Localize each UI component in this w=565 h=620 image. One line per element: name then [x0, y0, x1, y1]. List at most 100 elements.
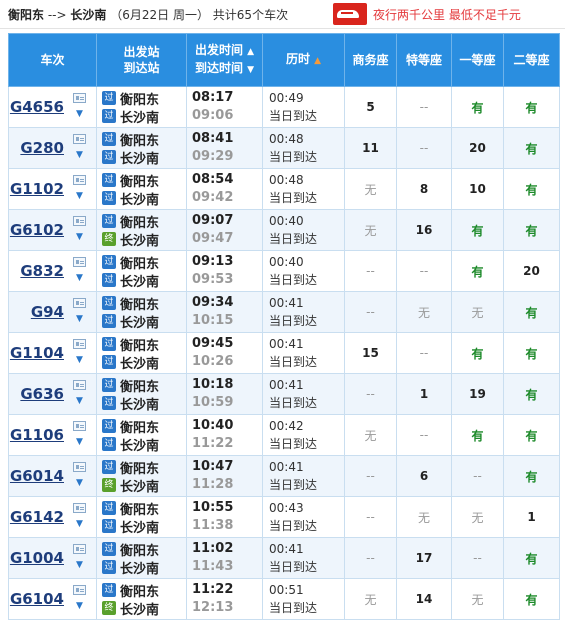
times-cell: 10:40 11:22 — [186, 414, 263, 456]
chevron-down-icon[interactable]: ▼ — [73, 273, 86, 283]
to-badge-icon: 终 — [102, 478, 116, 492]
passenger-card-icon[interactable] — [73, 216, 86, 226]
passenger-card-icon[interactable] — [73, 462, 86, 472]
passenger-card-icon[interactable] — [73, 134, 86, 144]
special-seat: 6 — [396, 455, 452, 497]
arrival-station: 长沙南 — [120, 192, 160, 208]
chevron-down-icon[interactable]: ▼ — [73, 109, 86, 119]
arrival-time: 11:28 — [192, 477, 234, 492]
arrival-day: 当日到达 — [269, 478, 318, 492]
duration: 00:41 — [269, 296, 304, 310]
business-seat: -- — [344, 455, 397, 497]
business-seat: -- — [344, 496, 397, 538]
col-header-train[interactable]: 车次 — [8, 33, 97, 87]
train-number-link[interactable]: G280 — [20, 139, 64, 157]
train-number-link[interactable]: G94 — [31, 303, 64, 321]
duration-cell: 00:41 当日到达 — [262, 455, 345, 497]
chevron-down-icon[interactable]: ▼ — [73, 355, 86, 365]
duration: 00:51 — [269, 583, 304, 597]
train-cell: G1104 ▼ — [8, 332, 97, 374]
duration-cell: 00:41 当日到达 — [262, 537, 345, 579]
chevron-down-icon[interactable]: ▼ — [73, 396, 86, 406]
business-seat: 5 — [344, 86, 397, 128]
departure-station: 衡阳东 — [120, 502, 160, 518]
table-body: G4656 ▼ 过衡阳东 过长沙南 08:17 09:06 00:49 当日到达… — [8, 86, 560, 620]
from-badge-icon: 过 — [102, 378, 116, 392]
passenger-card-icon[interactable] — [73, 585, 86, 595]
arrival-station: 长沙南 — [120, 602, 160, 618]
search-summary-bar: 衡阳东 --> 长沙南 （6月22日 周一） 共计65个车次 夜行两千公里 最低… — [0, 0, 565, 29]
second-class-seat: 有 — [503, 414, 560, 456]
chevron-down-icon[interactable]: ▼ — [73, 232, 86, 242]
train-number-link[interactable]: G6014 — [10, 467, 64, 485]
train-number-link[interactable]: G832 — [20, 262, 64, 280]
arrival-station: 长沙南 — [120, 520, 160, 536]
train-number-link[interactable]: G6102 — [10, 221, 64, 239]
passenger-card-icon[interactable] — [73, 339, 86, 349]
sort-up-icon[interactable]: ▲ — [247, 47, 254, 57]
chevron-down-icon[interactable]: ▼ — [73, 560, 86, 570]
table-row: G280 ▼ 过衡阳东 过长沙南 08:41 09:29 00:48 当日到达 … — [8, 127, 560, 169]
sort-asc-icon[interactable]: ▲ — [314, 56, 321, 66]
business-seat: 无 — [344, 209, 397, 251]
arrival-day: 当日到达 — [269, 273, 318, 287]
train-number-link[interactable]: G1004 — [10, 549, 64, 567]
train-number-link[interactable]: G4656 — [10, 98, 64, 116]
from-badge-icon: 过 — [102, 296, 116, 310]
arrival-day: 当日到达 — [269, 109, 318, 123]
arrival-time: 12:13 — [192, 600, 234, 615]
duration-cell: 00:51 当日到达 — [262, 578, 345, 620]
departure-time: 09:34 — [192, 295, 234, 310]
departure-time: 10:40 — [192, 418, 234, 433]
from-badge-icon: 过 — [102, 214, 116, 228]
passenger-card-icon[interactable] — [73, 380, 86, 390]
chevron-down-icon[interactable]: ▼ — [73, 601, 86, 611]
stations-cell: 过衡阳东 终长沙南 — [96, 578, 187, 620]
duration-cell: 00:48 当日到达 — [262, 168, 345, 210]
passenger-card-icon[interactable] — [73, 503, 86, 513]
duration: 00:41 — [269, 542, 304, 556]
chevron-down-icon[interactable]: ▼ — [73, 437, 86, 447]
chevron-down-icon[interactable]: ▼ — [73, 314, 86, 324]
departure-station: 衡阳东 — [120, 92, 160, 108]
chevron-down-icon[interactable]: ▼ — [73, 478, 86, 488]
table-row: G636 ▼ 过衡阳东 过长沙南 10:18 10:59 00:41 当日到达 … — [8, 373, 560, 415]
promo-text[interactable]: 夜行两千公里 最低不足千元 — [373, 6, 521, 23]
passenger-card-icon[interactable] — [73, 175, 86, 185]
duration: 00:41 — [269, 378, 304, 392]
duration: 00:40 — [269, 255, 304, 269]
business-seat: 无 — [344, 578, 397, 620]
train-number-link[interactable]: G6104 — [10, 590, 64, 608]
chevron-down-icon[interactable]: ▼ — [73, 519, 86, 529]
passenger-card-icon[interactable] — [73, 421, 86, 431]
train-cell: G280 ▼ — [8, 127, 97, 169]
times-cell: 08:54 09:42 — [186, 168, 263, 210]
promo-banner[interactable]: 夜行两千公里 最低不足千元 — [333, 2, 521, 26]
arrival-day: 当日到达 — [269, 232, 318, 246]
special-seat: 无 — [396, 291, 452, 333]
col-header-duration[interactable]: 历时 ▲ — [262, 33, 345, 87]
train-number-link[interactable]: G1102 — [10, 180, 64, 198]
passenger-card-icon[interactable] — [73, 257, 86, 267]
arrival-time: 10:26 — [192, 354, 234, 369]
second-class-seat: 有 — [503, 127, 560, 169]
arrival-day: 当日到达 — [269, 437, 318, 451]
duration-cell: 00:42 当日到达 — [262, 414, 345, 456]
arrival-day: 当日到达 — [269, 396, 318, 410]
train-number-link[interactable]: G6142 — [10, 508, 64, 526]
passenger-card-icon[interactable] — [73, 544, 86, 554]
train-number-link[interactable]: G636 — [20, 385, 64, 403]
col-header-times[interactable]: 出发时间 ▲ 到达时间 ▼ — [186, 33, 263, 87]
passenger-card-icon[interactable] — [73, 298, 86, 308]
sort-down-icon[interactable]: ▼ — [247, 65, 254, 75]
stations-cell: 过衡阳东 过长沙南 — [96, 168, 187, 210]
chevron-down-icon[interactable]: ▼ — [73, 191, 86, 201]
to-badge-icon: 过 — [102, 150, 116, 164]
second-class-seat: 有 — [503, 86, 560, 128]
passenger-card-icon[interactable] — [73, 93, 86, 103]
departure-station: 衡阳东 — [120, 215, 160, 231]
stations-cell: 过衡阳东 终长沙南 — [96, 455, 187, 497]
chevron-down-icon[interactable]: ▼ — [73, 150, 86, 160]
train-number-link[interactable]: G1104 — [10, 344, 64, 362]
train-number-link[interactable]: G1106 — [10, 426, 64, 444]
